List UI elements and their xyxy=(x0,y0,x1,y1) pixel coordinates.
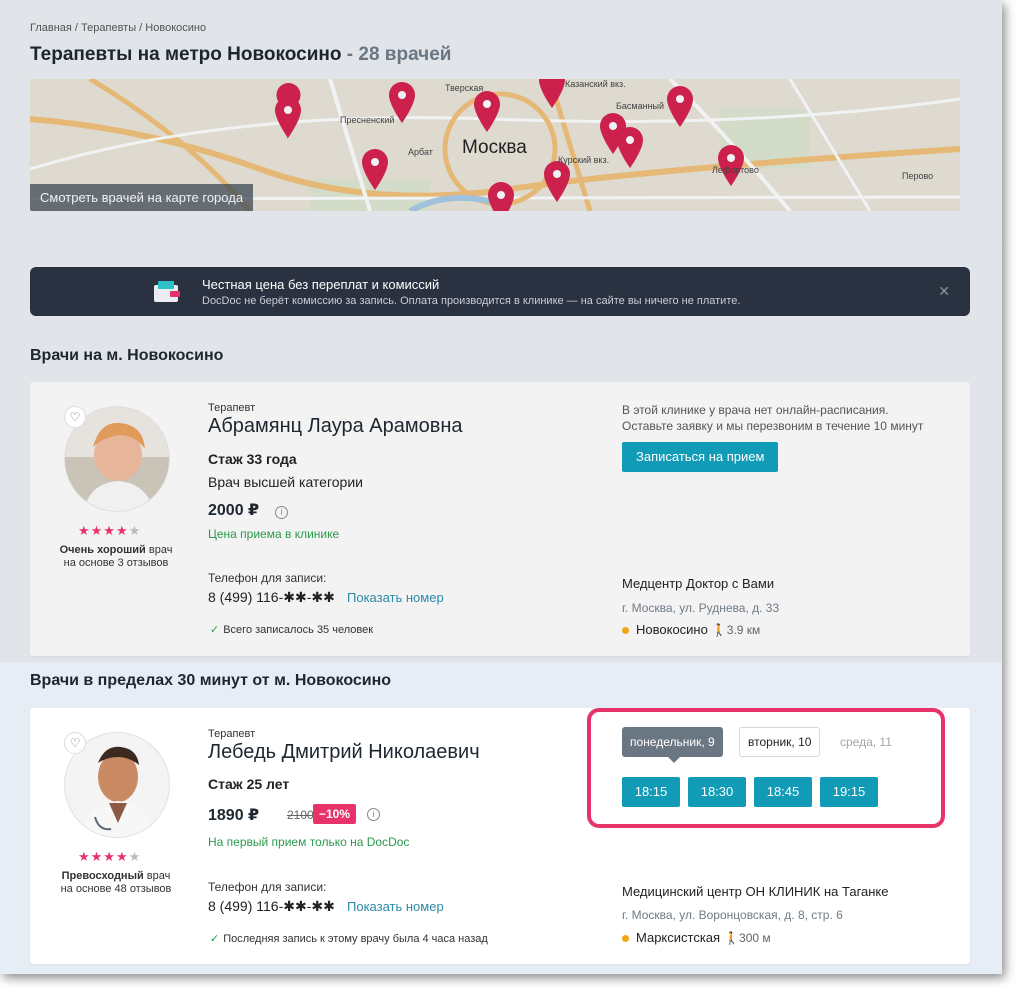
price: 2000 ₽ xyxy=(208,502,260,519)
info-icon[interactable]: i xyxy=(275,506,288,519)
map-label: Арбат xyxy=(408,147,433,157)
clinic-name[interactable]: Медицинский центр ОН КЛИНИК на Таганке xyxy=(622,884,889,899)
price: 1890 ₽ xyxy=(208,807,260,824)
breadcrumb-home[interactable]: Главная xyxy=(30,22,72,34)
metro-station: Новокосино 🚶3.9 км xyxy=(622,622,760,637)
map-label: Курский вкз. xyxy=(558,155,610,165)
experience: Стаж 33 года xyxy=(208,451,297,467)
breadcrumb: Главная / Терапевты / Новокосино xyxy=(30,22,207,34)
time-slot[interactable]: 18:15 xyxy=(622,777,680,807)
page-frame: Главная / Терапевты / Новокосино Терапев… xyxy=(0,0,1002,974)
section-title-metro: Врачи на м. Новокосино xyxy=(30,347,224,364)
check-icon: ✓ xyxy=(210,624,220,636)
map-label: Перово xyxy=(902,171,934,181)
clinic-name[interactable]: Медцентр Доктор с Вами xyxy=(622,576,774,591)
phone-label: Телефон для записи: xyxy=(208,880,327,894)
section-title-nearby: Врачи в пределах 30 минут от м. Новокоси… xyxy=(30,672,392,689)
show-number-link[interactable]: Показать номер xyxy=(347,590,444,605)
day-tab-tuesday[interactable]: вторник, 10 xyxy=(739,727,821,757)
active-day-pointer xyxy=(668,757,680,763)
map-label: Лефортово xyxy=(712,165,759,175)
specialty: Терапевт xyxy=(208,728,256,740)
rating-summary: Превосходный врач на основе 48 отзывов xyxy=(60,870,172,895)
doctor-card: ♡ ★★★★★ Превосходный врач на основе 48 о… xyxy=(30,708,970,964)
rating-summary: Очень хороший врач на основе 3 отзывов xyxy=(59,544,173,569)
day-tab-wednesday[interactable]: среда, 11 xyxy=(832,727,900,757)
divider xyxy=(0,245,1002,246)
info-banner: Честная цена без переплат и комиссий Doc… xyxy=(30,267,970,316)
phone-number: 8 (499) 116-✱✱-✱✱ xyxy=(208,589,335,605)
wallet-icon xyxy=(154,281,180,302)
banner-text: DocDoc не берёт комиссию за запись. Опла… xyxy=(202,295,741,307)
time-slot[interactable]: 18:45 xyxy=(754,777,812,807)
clinic-address: г. Москва, ул. Воронцовская, д. 8, стр. … xyxy=(622,908,843,922)
old-price: 2100 xyxy=(287,808,314,822)
review-count[interactable]: на основе 3 отзывов xyxy=(64,557,169,569)
price-note: На первый прием только на DocDoc xyxy=(208,835,410,849)
close-icon[interactable]: ✕ xyxy=(938,283,950,300)
phone-label: Телефон для записи: xyxy=(208,571,327,585)
discount-badge: −10% xyxy=(313,804,357,824)
map-label: Пресненский xyxy=(340,115,395,125)
map-label: Казанский вкз. xyxy=(565,79,626,89)
doctor-card: ♡ ★★★★★ Очень хороший врач на основе 3 о… xyxy=(30,382,970,656)
booking-stats: ✓ Всего записалось 35 человек xyxy=(210,624,374,636)
heart-icon[interactable]: ♡ xyxy=(64,406,86,428)
breadcrumb-therapists[interactable]: Терапевты xyxy=(81,22,136,34)
walk-distance: 🚶300 м xyxy=(724,931,771,945)
book-appointment-button[interactable]: Записаться на прием xyxy=(622,442,779,472)
time-slot[interactable]: 18:30 xyxy=(688,777,746,807)
walk-distance: 🚶3.9 км xyxy=(711,623,761,637)
page-title: Терапевты на метро Новокосино - 28 враче… xyxy=(30,44,452,65)
review-count[interactable]: на основе 48 отзывов xyxy=(61,883,172,895)
rating-stars: ★★★★★ xyxy=(78,523,142,538)
no-schedule-note: В этой клинике у врача нет онлайн-распис… xyxy=(622,403,924,433)
metro-dot xyxy=(622,935,629,943)
clinic-address: г. Москва, ул. Руднева, д. 33 xyxy=(622,601,780,615)
city-map[interactable]: Пресненский Тверская Казанский вкз. Басм… xyxy=(30,79,960,211)
view-map-button[interactable]: Смотреть врачей на карте города xyxy=(30,184,254,211)
map-city-label: Москва xyxy=(462,137,527,158)
metro-station: Марксистская 🚶300 м xyxy=(622,930,771,945)
doctor-count: - 28 врачей xyxy=(346,44,452,65)
banner-title: Честная цена без переплат и комиссий xyxy=(202,277,440,292)
show-number-link[interactable]: Показать номер xyxy=(347,899,444,914)
doctor-name[interactable]: Лебедь Дмитрий Николаевич xyxy=(208,741,480,764)
day-tab-monday[interactable]: понедельник, 9 xyxy=(622,727,723,757)
category: Врач высшей категории xyxy=(208,474,363,490)
breadcrumb-current: Новокосино xyxy=(145,22,207,34)
experience: Стаж 25 лет xyxy=(208,776,290,792)
booking-stats: ✓ Последняя запись к этому врачу была 4 ч… xyxy=(210,933,488,945)
price-note: Цена приема в клинике xyxy=(208,527,340,541)
metro-dot xyxy=(622,627,629,635)
specialty: Терапевт xyxy=(208,402,256,414)
map-label: Тверская xyxy=(445,83,484,93)
phone-number: 8 (499) 116-✱✱-✱✱ xyxy=(208,898,335,914)
map-label: Басманный xyxy=(616,101,665,111)
info-icon[interactable]: i xyxy=(367,808,380,821)
time-slot[interactable]: 19:15 xyxy=(820,777,878,807)
doctor-name[interactable]: Абрамянц Лаура Арамовна xyxy=(208,415,463,438)
rating-stars: ★★★★★ xyxy=(78,849,142,864)
check-icon: ✓ xyxy=(210,933,220,945)
heart-icon[interactable]: ♡ xyxy=(64,732,86,754)
